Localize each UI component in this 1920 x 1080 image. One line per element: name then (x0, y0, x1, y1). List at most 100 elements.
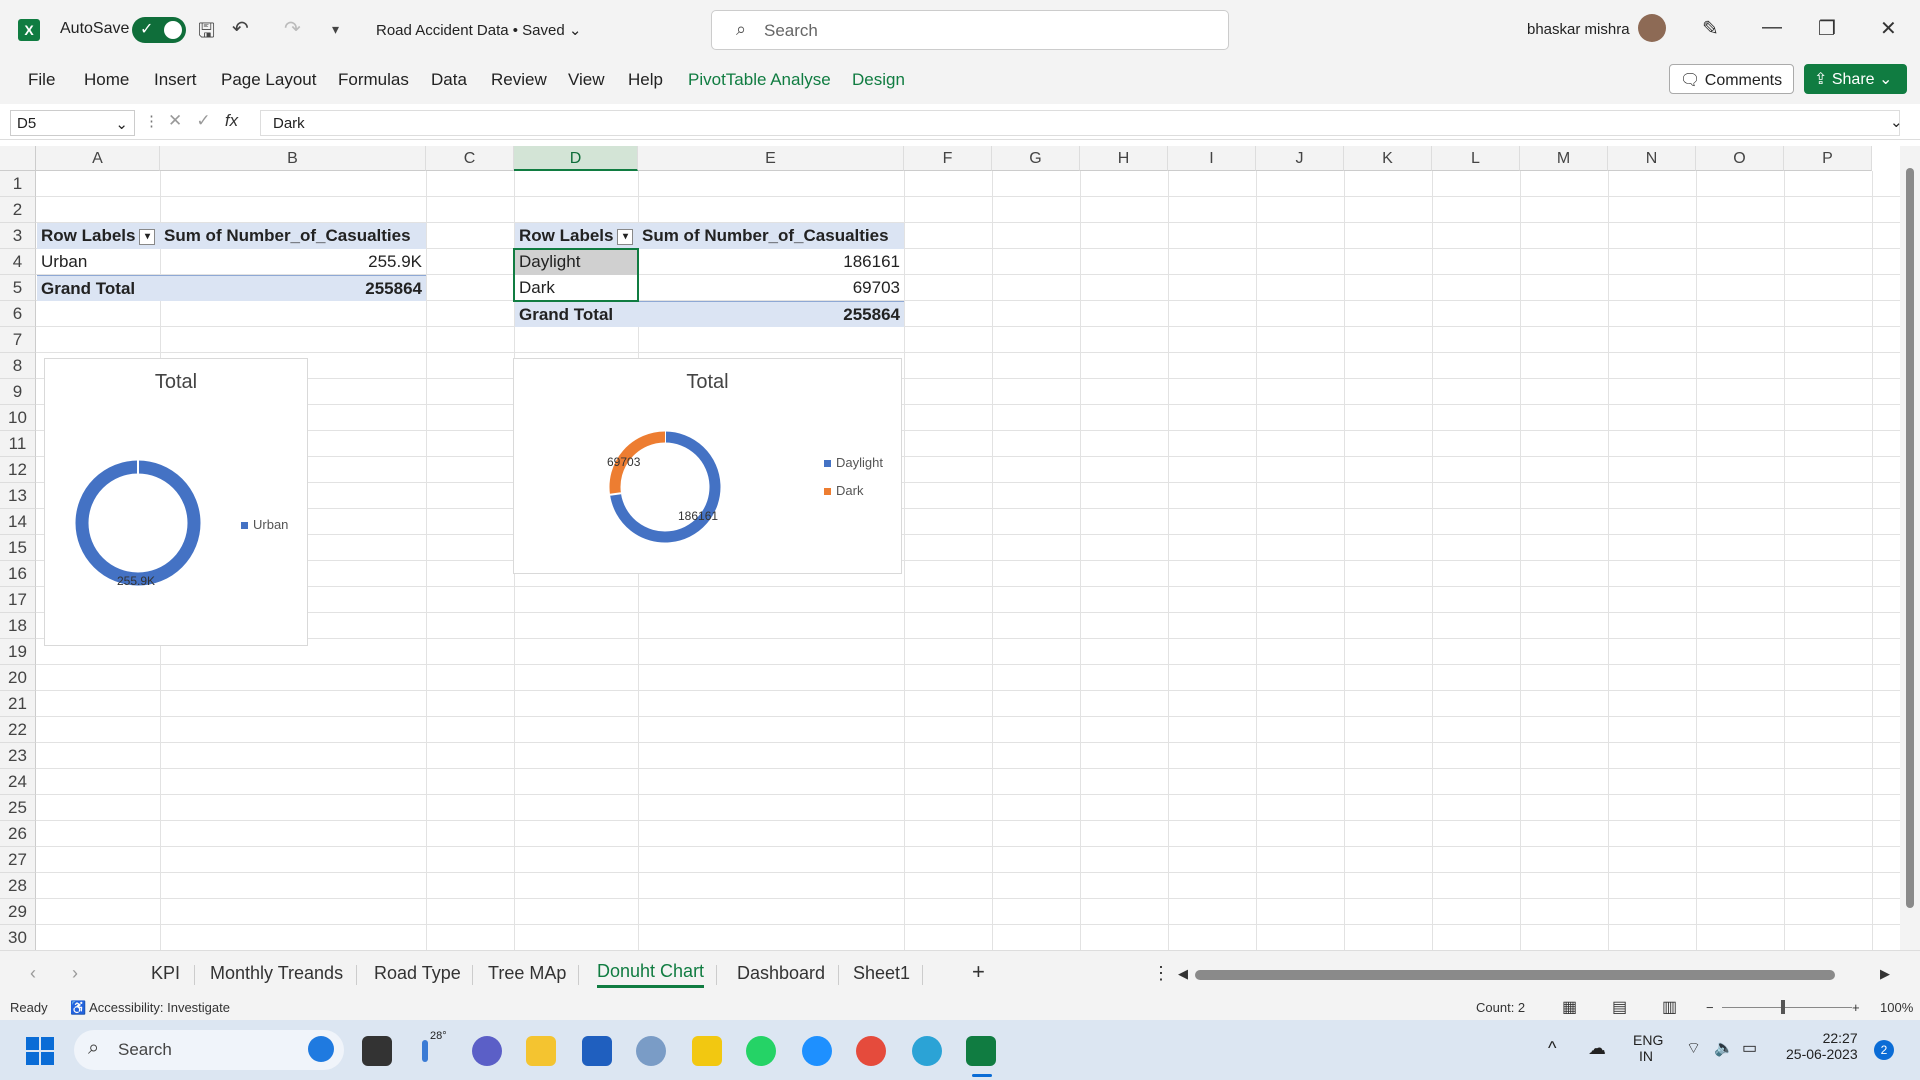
menu-review[interactable]: Review (491, 70, 547, 90)
windows-start-icon[interactable] (26, 1037, 54, 1065)
col-header-b[interactable]: B (160, 146, 426, 171)
wifi-icon[interactable]: ⌔ (1686, 1038, 1701, 1058)
col-header-i[interactable]: I (1168, 146, 1256, 171)
row-header[interactable]: 19 (0, 639, 36, 665)
document-title[interactable]: Road Accident Data • Saved ⌄ (376, 21, 581, 39)
whatsapp-icon[interactable] (746, 1036, 776, 1066)
restore-icon[interactable]: ❐ (1818, 16, 1836, 41)
edge-icon[interactable] (912, 1036, 942, 1066)
undo-icon[interactable]: ↶ (232, 16, 249, 41)
menu-home[interactable]: Home (84, 70, 129, 90)
row-header[interactable]: 11 (0, 431, 36, 457)
col-header-f[interactable]: F (904, 146, 992, 171)
menu-data[interactable]: Data (431, 70, 467, 90)
filter-icon[interactable]: ▾ (139, 228, 156, 245)
task-view-icon[interactable] (362, 1036, 392, 1066)
col-header-d[interactable]: D (514, 146, 638, 171)
donut-chart-urban[interactable]: Total 255.9K Urban (44, 358, 308, 646)
row-header[interactable]: 23 (0, 743, 36, 769)
row-header[interactable]: 14 (0, 509, 36, 535)
col-header-m[interactable]: M (1520, 146, 1608, 171)
menu-design[interactable]: Design (852, 70, 905, 90)
row-header[interactable]: 30 (0, 925, 36, 950)
avatar[interactable] (1638, 14, 1666, 42)
save-icon[interactable]: 🖫 (198, 16, 215, 50)
menu-file[interactable]: File (28, 70, 55, 90)
cancel-icon[interactable]: ✕ (168, 111, 182, 130)
normal-view-icon[interactable]: ▦ (1562, 997, 1577, 1017)
row-header[interactable]: 18 (0, 613, 36, 639)
bing-icon[interactable] (308, 1036, 334, 1062)
pivot1-total-label[interactable]: Grand Total (37, 275, 160, 301)
weather-icon[interactable]: 28° (418, 1030, 448, 1066)
pivot1-header-value[interactable]: Sum of Number_of_Casualties (160, 223, 426, 249)
user-name[interactable]: bhaskar mishra (1527, 21, 1630, 38)
sheet-tab-dashboard[interactable]: Dashboard (737, 963, 825, 984)
zoom-slider-handle[interactable] (1781, 1000, 1785, 1014)
name-box[interactable]: D5 ⌄ (10, 110, 135, 136)
row-header[interactable]: 27 (0, 847, 36, 873)
redo-icon[interactable]: ↷ (284, 16, 301, 41)
next-sheet-icon[interactable]: › (72, 963, 78, 984)
col-header-e[interactable]: E (638, 146, 904, 171)
page-layout-view-icon[interactable]: ▤ (1612, 997, 1627, 1017)
menu-view[interactable]: View (568, 70, 605, 90)
pivot1-total-value[interactable]: 255864 (160, 275, 426, 301)
excel-taskbar-icon[interactable] (966, 1036, 996, 1066)
row-header[interactable]: 17 (0, 587, 36, 613)
menu-insert[interactable]: Insert (154, 70, 197, 90)
row-header[interactable]: 20 (0, 665, 36, 691)
more-options-icon[interactable]: ⋮ (1152, 963, 1170, 984)
donut-slice-urban[interactable] (75, 460, 201, 586)
sheet-tab-monthly-treands[interactable]: Monthly Treands (210, 963, 343, 984)
scroll-left-icon[interactable]: ◀ (1178, 966, 1188, 982)
row-header[interactable]: 5 (0, 275, 36, 301)
row-header[interactable]: 2 (0, 197, 36, 223)
close-icon[interactable]: ✕ (1880, 16, 1897, 41)
col-header-o[interactable]: O (1696, 146, 1784, 171)
row-header[interactable]: 12 (0, 457, 36, 483)
row-header[interactable]: 16 (0, 561, 36, 587)
row-header[interactable]: 15 (0, 535, 36, 561)
zoom-level[interactable]: 100% (1880, 1000, 1913, 1015)
col-header-k[interactable]: K (1344, 146, 1432, 171)
autosave-toggle[interactable]: ✓ (132, 17, 186, 43)
col-header-g[interactable]: G (992, 146, 1080, 171)
battery-icon[interactable]: ▭ (1742, 1038, 1757, 1058)
add-sheet-icon[interactable]: + (972, 959, 985, 985)
pivot1-row-value[interactable]: 255.9K (160, 249, 426, 275)
row-header[interactable]: 21 (0, 691, 36, 717)
zoom-in-icon[interactable]: + (1852, 1000, 1860, 1015)
sheet-tab-road-type[interactable]: Road Type (374, 963, 461, 984)
row-header[interactable]: 1 (0, 171, 36, 197)
file-explorer-icon[interactable] (526, 1036, 556, 1066)
row-header[interactable]: 7 (0, 327, 36, 353)
comments-button[interactable]: 🗨 Comments (1669, 64, 1794, 94)
power-bi-icon[interactable] (692, 1036, 722, 1066)
col-header-a[interactable]: A (36, 146, 160, 171)
taskbar-search[interactable]: ⌕ Search (74, 1030, 344, 1070)
vertical-scrollbar[interactable] (1900, 146, 1920, 950)
volume-icon[interactable]: 🔈 (1714, 1038, 1734, 1058)
row-header[interactable]: 6 (0, 301, 36, 327)
prev-sheet-icon[interactable]: ‹ (30, 963, 36, 984)
minimize-icon[interactable]: — (1762, 16, 1782, 39)
menu-page-layout[interactable]: Page Layout (221, 70, 316, 90)
formula-input[interactable]: Dark (260, 110, 1900, 136)
search-input[interactable]: ⌕ Search (711, 10, 1229, 50)
app-icon[interactable] (802, 1036, 832, 1066)
sheet-tab-tree-map[interactable]: Tree MAp (488, 963, 566, 984)
notification-badge[interactable]: 2 (1874, 1040, 1894, 1060)
row-header[interactable]: 26 (0, 821, 36, 847)
row-header[interactable]: 4 (0, 249, 36, 275)
page-break-view-icon[interactable]: ▥ (1662, 997, 1677, 1017)
menu-help[interactable]: Help (628, 70, 663, 90)
zoom-out-icon[interactable]: − (1706, 1000, 1714, 1015)
scroll-right-icon[interactable]: ▶ (1880, 966, 1890, 982)
pen-icon[interactable]: ✎ (1702, 16, 1719, 41)
col-header-p[interactable]: P (1784, 146, 1872, 171)
show-hidden-icons[interactable]: ^ (1548, 1038, 1556, 1059)
sheet-tab-sheet1[interactable]: Sheet1 (853, 963, 910, 984)
pivot2-header-label[interactable]: Row Labels ▾ (515, 223, 638, 249)
pivot2-row-value[interactable]: 186161 (638, 249, 904, 275)
